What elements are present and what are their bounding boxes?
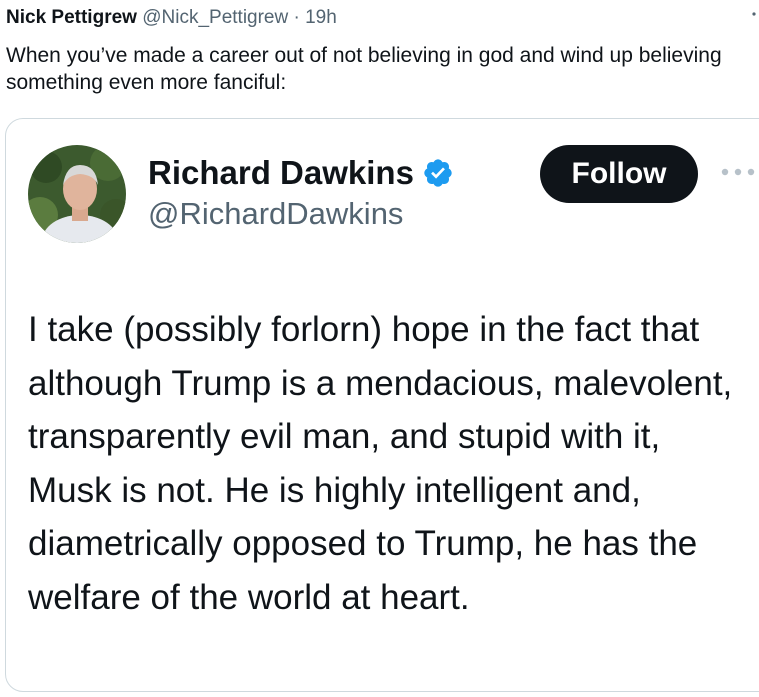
outer-separator: · bbox=[293, 7, 300, 28]
quoted-tweet-text: I take (possibly forlorn) hope in the fa… bbox=[28, 310, 733, 617]
avatar[interactable] bbox=[28, 145, 126, 243]
outer-tweet-text: When you’ve made a career out of not bel… bbox=[6, 44, 722, 94]
verified-badge-icon bbox=[422, 157, 454, 189]
outer-timestamp[interactable]: 19h bbox=[305, 7, 337, 28]
quoted-author-row: Richard Dawkins bbox=[148, 153, 454, 193]
more-vertical-icon[interactable] bbox=[751, 10, 757, 30]
quoted-author-handle[interactable]: @RichardDawkins bbox=[148, 195, 403, 233]
outer-tweet-header: Nick Pettigrew @Nick_Pettigrew · 19h bbox=[6, 6, 337, 30]
more-horizontal-icon[interactable] bbox=[720, 165, 759, 179]
follow-button[interactable]: Follow bbox=[540, 145, 698, 203]
quoted-author-name[interactable]: Richard Dawkins bbox=[148, 153, 414, 193]
outer-author-name[interactable]: Nick Pettigrew bbox=[6, 7, 137, 28]
outer-author-handle[interactable]: @Nick_Pettigrew bbox=[142, 7, 288, 28]
quoted-tweet-card[interactable]: Richard Dawkins @RichardDawkins Follow I… bbox=[5, 118, 759, 692]
